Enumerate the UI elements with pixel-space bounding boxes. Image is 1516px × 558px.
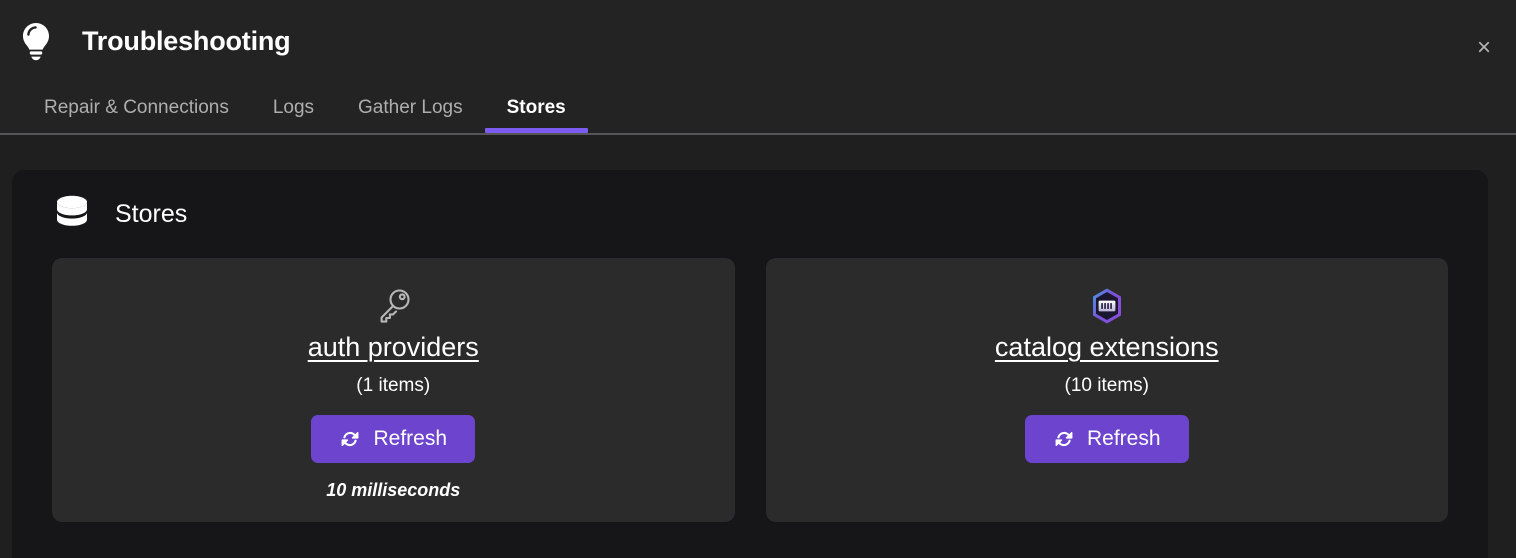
close-icon[interactable]: × [1464,28,1504,68]
tab-bar: Repair & Connections Logs Gather Logs St… [0,82,1516,133]
store-card-list: auth providers (1 items) Refresh 10 mill… [40,258,1460,522]
refresh-button-label: Refresh [1086,427,1161,450]
troubleshooting-window: Troubleshooting × Repair & Connections L… [0,0,1516,558]
sync-icon [339,428,361,450]
sync-icon [1053,428,1075,450]
tab-label: Logs [272,96,315,118]
refresh-button-label: Refresh [373,427,448,450]
database-icon [52,192,92,236]
title-row: Troubleshooting [0,0,1516,82]
store-name-link[interactable]: catalog extensions [995,332,1219,363]
stores-panel-title: Stores [115,199,188,228]
refresh-button[interactable]: Refresh [311,415,476,463]
stores-panel: Stores auth providers (1 items) Refresh … [12,170,1488,558]
store-card: catalog extensions (10 items) Refresh [765,258,1448,522]
tab-label: Stores [506,96,566,118]
tab-repair-and-connections[interactable]: Repair & Connections [22,82,251,133]
store-item-count: (1 items) [356,375,431,396]
page-title: Troubleshooting [82,25,291,56]
tab-gather-logs[interactable]: Gather Logs [336,82,485,133]
store-item-count: (10 items) [1064,375,1149,396]
refresh-button[interactable]: Refresh [1024,415,1189,463]
store-card: auth providers (1 items) Refresh 10 mill… [52,258,735,522]
store-duration: 10 milliseconds [326,480,461,500]
store-name-link[interactable]: auth providers [308,332,479,363]
tab-label: Repair & Connections [44,96,229,118]
key-icon [68,284,719,328]
tab-stores[interactable]: Stores [484,82,588,133]
catalog-extension-badge-icon [782,284,1433,328]
lightbulb-icon [16,19,56,63]
window-header: Troubleshooting × Repair & Connections L… [0,0,1516,135]
stores-panel-header: Stores [40,170,1460,258]
tab-logs[interactable]: Logs [251,82,336,133]
tab-label: Gather Logs [358,96,463,118]
